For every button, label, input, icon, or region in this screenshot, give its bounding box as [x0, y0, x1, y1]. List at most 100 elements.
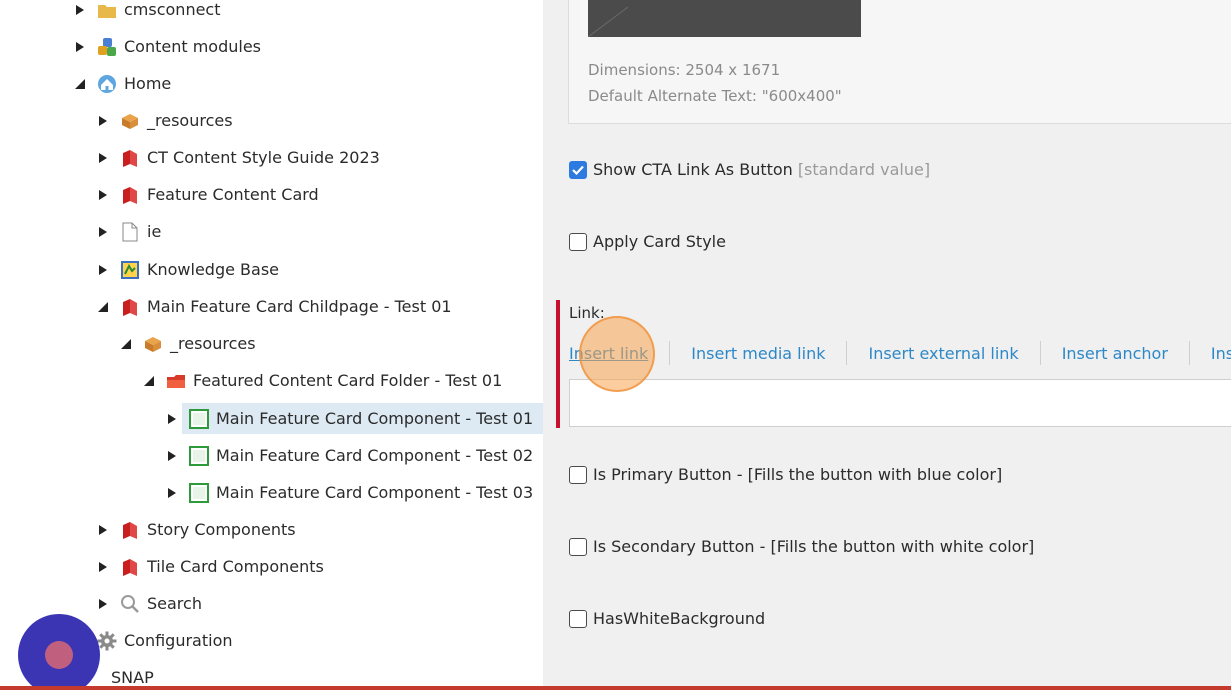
show-cta-checkbox[interactable] — [569, 160, 587, 179]
apply-card-style-checkbox[interactable] — [569, 232, 587, 251]
tree-item-featured-content-card-folder[interactable]: Featured Content Card Folder - Test 01 — [142, 365, 502, 396]
is-primary-button-field[interactable]: Is Primary Button - [Fills the button wi… — [569, 465, 1002, 484]
collapse-arrow-icon[interactable] — [142, 374, 156, 388]
tree-item-content-modules[interactable]: Content modules — [73, 31, 261, 62]
tree-item-label: Configuration — [124, 630, 233, 650]
expand-arrow-icon[interactable] — [73, 40, 87, 54]
record-button[interactable] — [18, 614, 100, 690]
collapse-arrow-icon[interactable] — [119, 337, 133, 351]
tree-item-label: Knowledge Base — [147, 259, 279, 279]
is-primary-button-checkbox[interactable] — [569, 465, 587, 484]
tree-item-resources[interactable]: _resources — [96, 105, 233, 136]
tree-item-label: Feature Content Card — [147, 184, 319, 204]
tree-item-label: SNAP — [111, 667, 154, 687]
resources-icon — [120, 111, 140, 131]
tree-item-ct-content-style-guide[interactable]: CT Content Style Guide 2023 — [96, 142, 380, 173]
is-secondary-button-field[interactable]: Is Secondary Button - [Fills the button … — [569, 537, 1034, 556]
image-alt-text: Default Alternate Text: "600x400" — [588, 87, 842, 105]
image-dimensions: Dimensions: 2504 x 1671 — [588, 61, 781, 79]
expand-arrow-icon[interactable] — [73, 3, 87, 17]
separator — [1188, 341, 1190, 365]
tree-item-label: Main Feature Card Component - Test 02 — [216, 445, 534, 465]
search-icon — [120, 594, 140, 614]
snap-icon — [97, 668, 107, 688]
apply-card-style-field[interactable]: Apply Card Style — [569, 232, 726, 251]
tree-item-label: _resources — [170, 333, 256, 353]
expand-arrow-icon[interactable] — [96, 114, 110, 128]
expand-arrow-icon[interactable] — [165, 486, 179, 500]
red-book-icon — [120, 557, 140, 577]
red-book-icon — [120, 520, 140, 540]
modules-icon — [97, 37, 117, 57]
tree-item-label: Content modules — [124, 36, 262, 56]
tree-item-label: _resources — [147, 110, 233, 130]
tree-item-label: Main Feature Card Component - Test 03 — [216, 482, 534, 502]
folder-icon — [97, 0, 117, 20]
red-book-icon — [120, 185, 140, 205]
tree-item-main-feature-card-component-01-content[interactable]: Main Feature Card Component - Test 01 — [165, 403, 533, 434]
tree-item-tile-card-components[interactable]: Tile Card Components — [96, 551, 324, 582]
tree-item-label: Main Feature Card Component - Test 01 — [216, 408, 534, 428]
tree-item-label: cmsconnect — [124, 0, 221, 19]
tree-item-label: Main Feature Card Childpage - Test 01 — [147, 296, 452, 316]
insert-media-link-button[interactable]: Insert media link — [691, 344, 825, 363]
record-dot-icon — [45, 641, 73, 669]
separator — [669, 341, 671, 365]
standard-value-note: [standard value] — [797, 160, 931, 179]
insert-anchor-button[interactable]: Insert anchor — [1062, 344, 1168, 363]
tree-item-main-feature-card-component-02[interactable]: Main Feature Card Component - Test 02 — [165, 440, 533, 471]
tree-item-resources-nested[interactable]: _resources — [119, 328, 256, 359]
tree-item-knowledge-base[interactable]: Knowledge Base — [96, 254, 279, 285]
red-folder-icon — [166, 371, 186, 391]
content-tree: cmsconnect Content modules Home _resourc… — [0, 0, 543, 690]
tree-item-feature-content-card[interactable]: Feature Content Card — [96, 179, 319, 210]
tree-item-main-feature-card-component-03[interactable]: Main Feature Card Component - Test 03 — [165, 477, 533, 508]
expand-arrow-icon[interactable] — [96, 560, 110, 574]
show-cta-field[interactable]: Show CTA Link As Button [standard value] — [569, 160, 930, 179]
insert-link-button[interactable]: Insert link — [569, 344, 648, 363]
red-book-icon — [120, 297, 140, 317]
bottom-border — [0, 686, 1231, 690]
is-primary-button-label: Is Primary Button - [Fills the button wi… — [593, 465, 1003, 484]
expand-arrow-icon[interactable] — [96, 151, 110, 165]
tree-item-story-components[interactable]: Story Components — [96, 514, 296, 545]
tree-item-home[interactable]: Home — [73, 68, 171, 99]
insert-external-link-button[interactable]: Insert external link — [868, 344, 1018, 363]
link-value-input[interactable] — [569, 379, 1231, 427]
tree-item-cmsconnect[interactable]: cmsconnect — [73, 0, 221, 25]
has-white-background-checkbox[interactable] — [569, 609, 587, 628]
field-editor-panel: Dimensions: 2504 x 1671 Default Alternat… — [543, 0, 1231, 690]
expand-arrow-icon[interactable] — [96, 225, 110, 239]
has-white-background-field[interactable]: HasWhiteBackground — [569, 609, 765, 628]
home-icon — [97, 74, 117, 94]
has-white-background-label: HasWhiteBackground — [593, 609, 766, 628]
tree-item-label: Story Components — [147, 519, 296, 539]
apply-card-style-label: Apply Card Style — [593, 232, 726, 251]
tree-item-main-feature-card-childpage[interactable]: Main Feature Card Childpage - Test 01 — [96, 291, 452, 322]
is-secondary-button-checkbox[interactable] — [569, 537, 587, 556]
component-icon — [189, 408, 209, 429]
tree-item-label: ie — [147, 221, 162, 241]
image-thumbnail[interactable] — [588, 0, 861, 37]
link-field-label: Link: — [569, 304, 605, 322]
tree-item-search[interactable]: Search — [96, 588, 202, 619]
separator — [846, 341, 848, 365]
collapse-arrow-icon[interactable] — [96, 300, 110, 314]
component-icon — [189, 445, 209, 466]
expand-arrow-icon[interactable] — [96, 523, 110, 537]
tree-item-label: Featured Content Card Folder - Test 01 — [193, 370, 503, 390]
required-field-indicator — [556, 300, 560, 428]
expand-arrow-icon[interactable] — [165, 449, 179, 463]
insert-more-button[interactable]: Ins — [1211, 344, 1231, 363]
image-field: Dimensions: 2504 x 1671 Default Alternat… — [568, 0, 1231, 124]
show-cta-label: Show CTA Link As Button — [593, 160, 793, 179]
separator — [1039, 341, 1041, 365]
expand-arrow-icon[interactable] — [96, 597, 110, 611]
collapse-arrow-icon[interactable] — [73, 77, 87, 91]
expand-arrow-icon[interactable] — [96, 188, 110, 202]
expand-arrow-icon[interactable] — [96, 263, 110, 277]
tree-item-label: Tile Card Components — [147, 556, 324, 576]
is-secondary-button-label: Is Secondary Button - [Fills the button … — [593, 537, 1035, 556]
tree-item-ie[interactable]: ie — [96, 216, 161, 247]
expand-arrow-icon[interactable] — [165, 412, 179, 426]
